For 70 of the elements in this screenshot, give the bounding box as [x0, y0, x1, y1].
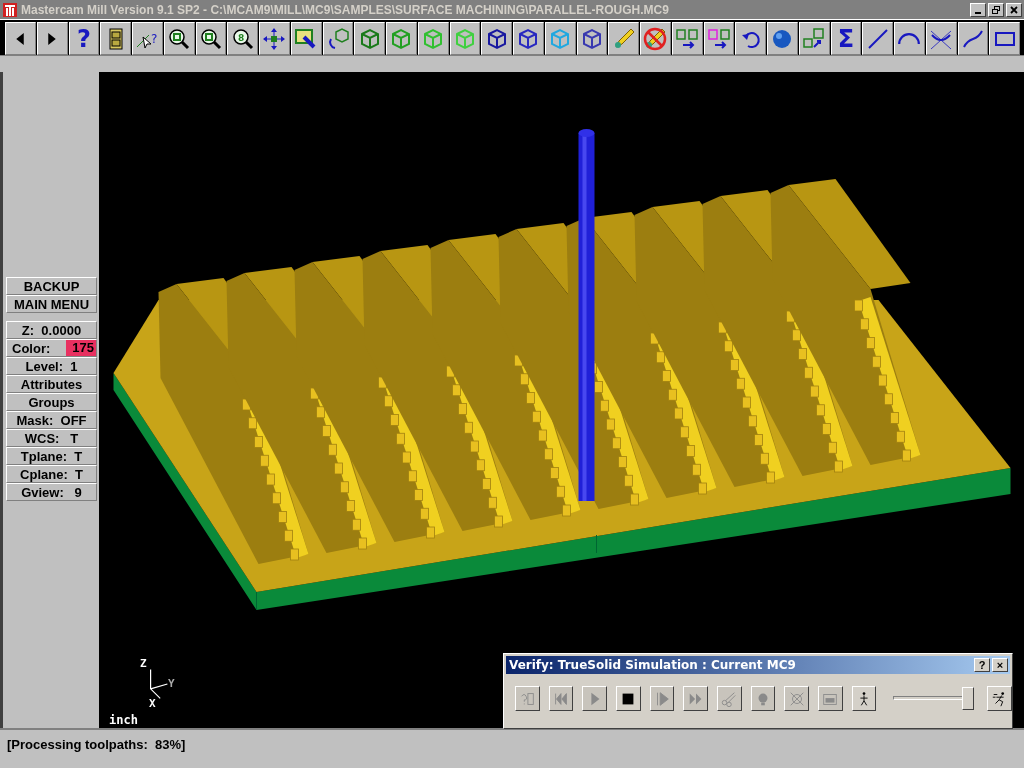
menu-item[interactable]: Attributes [6, 375, 97, 393]
arc-icon [898, 32, 921, 45]
toolbar-button[interactable] [5, 22, 36, 55]
app-logo-icon [2, 1, 18, 18]
close-icon [1009, 4, 1019, 15]
speed-slider[interactable] [893, 687, 973, 710]
dialog-title: Verify: TrueSolid Simulation : Current MC9 [509, 658, 797, 672]
menu-item[interactable]: BACKUP [6, 277, 97, 295]
toolbar-button[interactable] [703, 22, 735, 55]
toolbar-button[interactable] [925, 22, 957, 55]
arrow-right-icon [48, 32, 57, 45]
menu-item[interactable]: Mask: OFF [6, 411, 97, 429]
toolbar-button[interactable] [735, 22, 766, 55]
cubes-icon [802, 26, 827, 51]
playback-button[interactable] [616, 686, 641, 711]
menu-item[interactable]: MAIN MENU [6, 295, 97, 313]
toolbar-button[interactable] [894, 22, 925, 55]
slider-thumb[interactable] [962, 687, 975, 710]
toolbar-button[interactable] [798, 22, 830, 55]
close-button[interactable] [1006, 2, 1022, 17]
copy-icon [675, 26, 700, 51]
toolbar-button[interactable] [259, 22, 290, 55]
menu-item[interactable]: Tplane: T [6, 447, 97, 465]
minimize-button[interactable] [970, 2, 986, 17]
window-title: Mastercam Mill Version 9.1 SP2 - C:\MCAM9\MILL\MC9\SAMPLES\SURFACE MACHINING\PARALLEL-ROUGH.MC9 [21, 2, 670, 17]
color-swatch: 175 [66, 340, 96, 356]
restore-button[interactable] [988, 2, 1004, 17]
menu-item[interactable]: Gview: 9 [6, 483, 97, 501]
toolbar-button[interactable] [100, 22, 131, 55]
toolbar-button[interactable] [481, 22, 512, 55]
axis-label: X [149, 697, 156, 710]
toolbar-button[interactable]: ? [68, 22, 100, 55]
toolbar-button[interactable] [322, 22, 354, 55]
no-pencil-icon [643, 26, 668, 51]
playback-button[interactable] [851, 686, 877, 711]
toolbar-button[interactable] [989, 22, 1020, 55]
toolbar-button[interactable] [862, 22, 893, 55]
toolbar-button[interactable] [671, 22, 703, 55]
toolbar-button[interactable] [544, 22, 576, 55]
toolbar-button[interactable] [290, 22, 322, 55]
menu-item[interactable]: Z: 0.0000 [6, 321, 97, 339]
help-button[interactable]: ? [974, 658, 990, 672]
zoom-icon [198, 26, 223, 51]
toolbar-button[interactable] [163, 22, 195, 55]
toolbar-button[interactable] [449, 22, 481, 55]
arrow-left-icon [16, 32, 25, 45]
pan-icon [262, 26, 287, 51]
menu-item[interactable]: Cplane: T [6, 465, 97, 483]
menu-item[interactable]: WCS: T [6, 429, 97, 447]
menu-item[interactable]: Groups [6, 393, 97, 411]
menu-item[interactable]: Color: 175 [6, 339, 97, 357]
toolbar-button[interactable]: Σ [830, 22, 862, 55]
units-label: inch [109, 713, 138, 727]
toolbar-button[interactable] [195, 22, 227, 55]
restore-icon [991, 4, 1001, 15]
toolbar-button[interactable] [417, 22, 449, 55]
axis-label: Y [168, 677, 175, 690]
minimize-icon [975, 11, 981, 14]
copy-icon [706, 26, 731, 51]
close-button[interactable]: × [992, 658, 1008, 672]
zoom-icon [167, 26, 192, 51]
toolbar-button[interactable] [767, 22, 798, 55]
run-button[interactable] [987, 686, 1012, 711]
axis-label: Z [140, 657, 147, 670]
toolbar-button[interactable] [957, 22, 989, 55]
status-text: [Processing toolpaths: 83%] [7, 737, 186, 752]
toolbar-button[interactable] [513, 22, 544, 55]
menu-item[interactable]: Level: 1 [6, 357, 97, 375]
toolbar-button[interactable] [576, 22, 608, 55]
toolbar-button[interactable] [36, 22, 68, 55]
